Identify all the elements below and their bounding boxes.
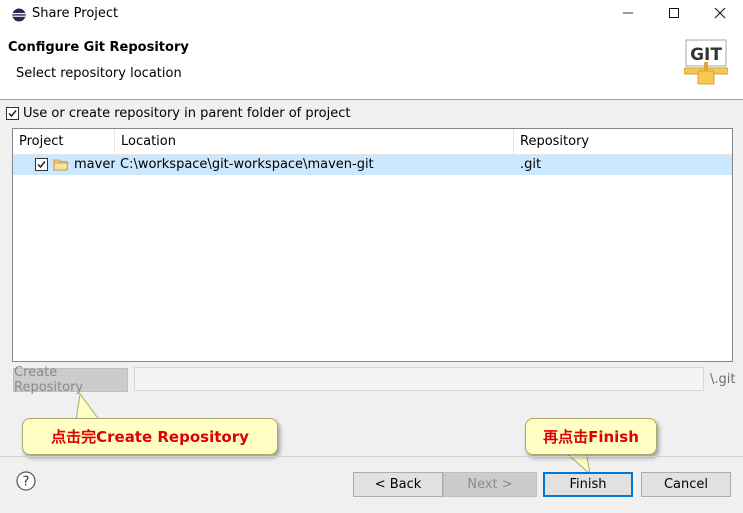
page-title: Configure Git Repository xyxy=(8,40,189,55)
close-window-button[interactable] xyxy=(697,0,743,30)
cancel-button[interactable]: Cancel xyxy=(641,472,731,497)
callout-right-text: 再点击Finish xyxy=(543,428,639,446)
folder-icon xyxy=(53,158,69,176)
minimize-button[interactable] xyxy=(605,0,651,30)
callout-right: 再点击Finish xyxy=(525,418,657,455)
title-bar: Share Project xyxy=(0,0,743,30)
row-checkbox[interactable] xyxy=(35,158,48,171)
callout-left: 点击完Create Repository xyxy=(22,418,278,455)
window-title: Share Project xyxy=(32,6,119,21)
row-location: C:\workspace\git-workspace\maven-git xyxy=(120,157,374,172)
column-header-project[interactable]: Project xyxy=(13,129,115,154)
table-row[interactable]: maven- C:\workspace\git-workspace\maven-… xyxy=(13,155,732,175)
callout-left-text: 点击完Create Repository xyxy=(51,428,249,446)
page-subtitle: Select repository location xyxy=(16,66,182,81)
help-icon: ? xyxy=(16,471,36,491)
maximize-icon xyxy=(668,7,680,23)
repository-path-field[interactable] xyxy=(134,367,704,391)
row-repository: .git xyxy=(520,157,542,172)
svg-text:?: ? xyxy=(23,475,30,490)
wizard-header: Configure Git Repository Select reposito… xyxy=(0,30,743,100)
git-suffix-label: \.git xyxy=(710,372,736,387)
table-header: Project Location Repository xyxy=(13,129,732,155)
checkmark-icon xyxy=(8,110,17,118)
use-parent-folder-option[interactable]: Use or create repository in parent folde… xyxy=(6,106,351,121)
footer-separator xyxy=(0,456,743,457)
use-parent-folder-label: Use or create repository in parent folde… xyxy=(23,106,351,121)
git-logo-icon: GIT xyxy=(683,38,729,86)
next-button[interactable]: Next > xyxy=(443,472,537,497)
column-header-location[interactable]: Location xyxy=(115,129,514,154)
column-header-repository[interactable]: Repository xyxy=(514,129,732,154)
minimize-icon xyxy=(622,7,634,23)
eclipse-icon xyxy=(12,8,26,22)
help-button[interactable]: ? xyxy=(16,471,36,491)
create-repository-button[interactable]: Create Repository xyxy=(13,365,128,395)
checkmark-icon xyxy=(37,161,46,169)
close-icon xyxy=(714,7,726,23)
finish-button[interactable]: Finish xyxy=(543,472,633,497)
project-repository-table[interactable]: Project Location Repository maven- C:\wo… xyxy=(12,128,733,362)
use-parent-folder-checkbox[interactable] xyxy=(6,107,19,120)
maximize-button[interactable] xyxy=(651,0,697,30)
row-project-name: maven- xyxy=(74,157,115,172)
back-button[interactable]: < Back xyxy=(353,472,443,497)
